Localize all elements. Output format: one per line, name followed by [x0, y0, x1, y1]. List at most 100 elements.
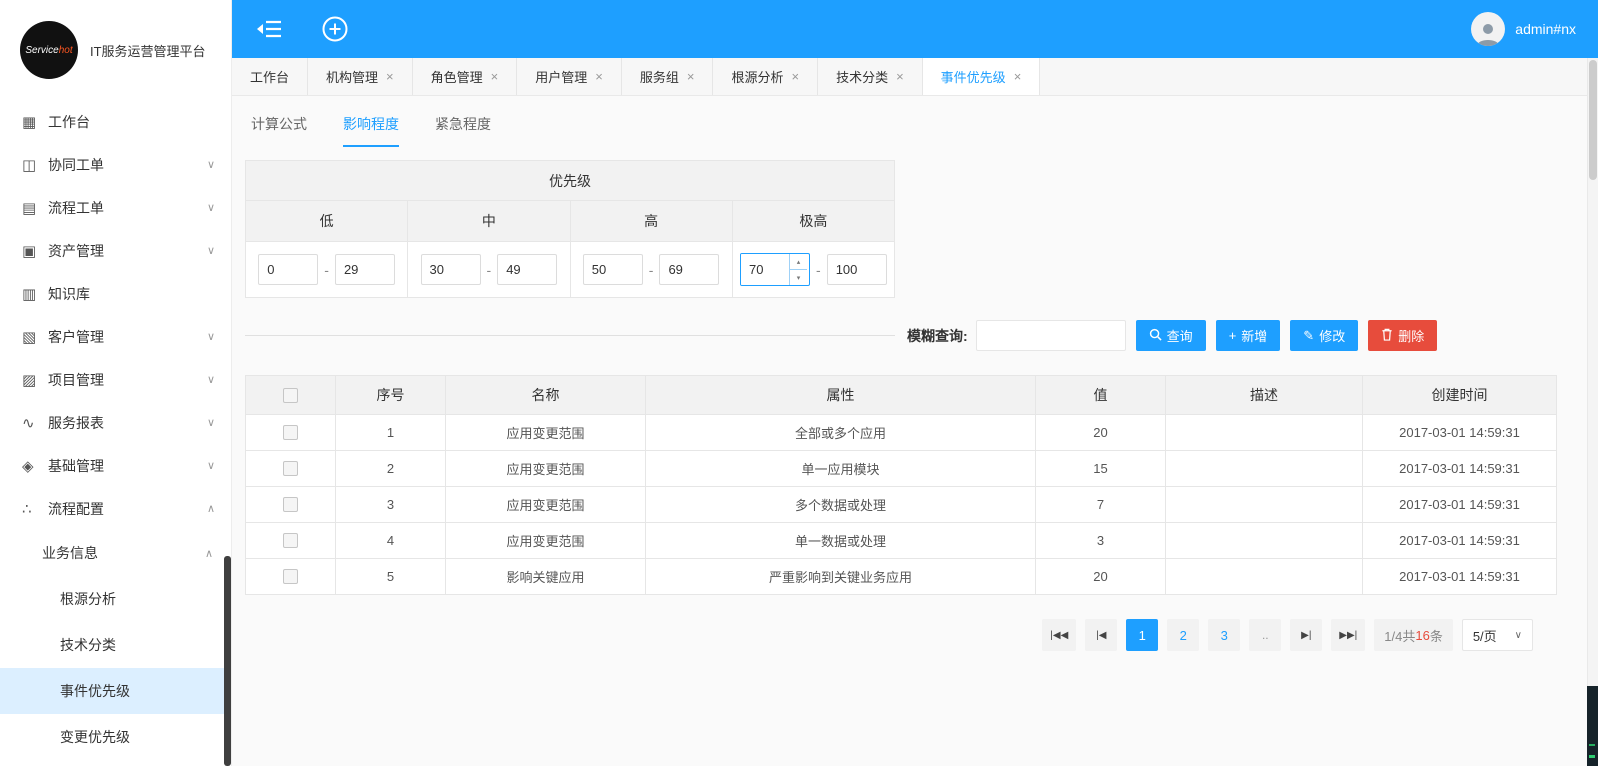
- tab-org-mgmt[interactable]: 机构管理 ×: [308, 58, 413, 95]
- window-scrollbar[interactable]: [1587, 58, 1598, 686]
- close-icon[interactable]: ×: [687, 69, 695, 84]
- cell-seq: 1: [336, 415, 446, 450]
- tab-service-group[interactable]: 服务组 ×: [622, 58, 714, 95]
- sidebar-item-projects[interactable]: ▨ 项目管理 ∨: [0, 358, 231, 401]
- close-icon[interactable]: ×: [386, 69, 394, 84]
- edit-button[interactable]: ✎ 修改: [1290, 320, 1358, 351]
- page-button-1[interactable]: 1: [1126, 619, 1158, 651]
- sidebar-item-workbench[interactable]: ▦ 工作台: [0, 100, 231, 143]
- table-header-row: 序号 名称 属性 值 描述 创建时间: [246, 376, 1556, 414]
- horizontal-divider: [245, 335, 895, 336]
- document-icon: ▤: [22, 199, 48, 217]
- row-checkbox[interactable]: [283, 569, 298, 584]
- sidebar-item-customers[interactable]: ▧ 客户管理 ∨: [0, 315, 231, 358]
- cell-value: 20: [1036, 559, 1166, 594]
- tab-root-cause[interactable]: 根源分析 ×: [713, 58, 818, 95]
- next-page-button[interactable]: ▶|: [1290, 619, 1322, 651]
- chevron-up-icon: ∧: [205, 547, 213, 560]
- high-min-input[interactable]: [583, 254, 643, 285]
- close-icon[interactable]: ×: [896, 69, 904, 84]
- page-button-3[interactable]: 3: [1208, 619, 1240, 651]
- delete-button[interactable]: 删除: [1368, 320, 1437, 351]
- sidebar-scrollbar[interactable]: [224, 556, 231, 766]
- cell-value: 7: [1036, 487, 1166, 522]
- tab-tech-category[interactable]: 技术分类 ×: [818, 58, 923, 95]
- low-min-input[interactable]: [258, 254, 318, 285]
- level-critical-header: 极高: [733, 201, 894, 241]
- sidebar-item-tech-category[interactable]: 技术分类: [0, 622, 231, 668]
- main-area: admin#nx 工作台 机构管理 × 角色管理 × 用户管理 × 服务组 ×: [232, 0, 1598, 766]
- row-checkbox[interactable]: [283, 461, 298, 476]
- low-max-input[interactable]: [335, 254, 395, 285]
- sidebar-item-basic-mgmt[interactable]: ◈ 基础管理 ∨: [0, 444, 231, 487]
- medium-max-input[interactable]: [497, 254, 557, 285]
- close-icon[interactable]: ×: [595, 69, 603, 84]
- tab-workbench[interactable]: 工作台: [232, 58, 308, 95]
- sidebar-item-process-orders[interactable]: ▤ 流程工单 ∨: [0, 186, 231, 229]
- collapse-menu-icon[interactable]: [254, 14, 284, 44]
- fuzzy-search-input[interactable]: [976, 320, 1126, 351]
- table-row[interactable]: 4 应用变更范围 单一数据或处理 3 2017-03-01 14:59:31: [246, 522, 1556, 558]
- spinner-up-icon[interactable]: ▴: [790, 254, 807, 270]
- sidebar-leaf-label: 变更优先级: [60, 727, 130, 747]
- sidebar-item-process-config[interactable]: ∴ 流程配置 ∧: [0, 487, 231, 530]
- table-row[interactable]: 2 应用变更范围 单一应用模块 15 2017-03-01 14:59:31: [246, 450, 1556, 486]
- tab-label: 用户管理: [535, 67, 587, 86]
- cell-attr: 全部或多个应用: [646, 415, 1036, 450]
- page-size-select[interactable]: 5/页 ∨: [1462, 619, 1533, 651]
- scrollbar-thumb[interactable]: [1589, 60, 1597, 180]
- table-row[interactable]: 5 影响关键应用 严重影响到关键业务应用 20 2017-03-01 14:59…: [246, 558, 1556, 594]
- topbar-user-area[interactable]: admin#nx: [1471, 12, 1576, 46]
- last-page-button[interactable]: ▶▶|: [1331, 619, 1365, 651]
- page-button-2[interactable]: 2: [1167, 619, 1199, 651]
- total-count: 16: [1415, 628, 1429, 643]
- first-page-button[interactable]: |◀◀: [1042, 619, 1076, 651]
- tab-role-mgmt[interactable]: 角色管理 ×: [413, 58, 518, 95]
- share-icon: ∴: [22, 500, 48, 518]
- sidebar-item-incident-priority[interactable]: 事件优先级: [0, 668, 231, 714]
- critical-min-input[interactable]: [741, 254, 789, 285]
- row-checkbox[interactable]: [283, 533, 298, 548]
- add-circle-icon[interactable]: [320, 14, 350, 44]
- page-count-suffix: 条: [1430, 626, 1443, 645]
- subtab-impact[interactable]: 影响程度: [343, 114, 399, 147]
- sidebar-item-knowledge-base[interactable]: ▥ 知识库: [0, 272, 231, 315]
- close-icon[interactable]: ×: [791, 69, 799, 84]
- high-max-input[interactable]: [659, 254, 719, 285]
- number-spinner[interactable]: ▴ ▾: [789, 254, 807, 285]
- subtab-urgency[interactable]: 紧急程度: [435, 114, 491, 147]
- book-icon: ▥: [22, 285, 48, 303]
- sidebar-item-label: 工作台: [48, 112, 215, 132]
- cell-created: 2017-03-01 14:59:31: [1363, 415, 1556, 450]
- select-all-checkbox[interactable]: [283, 388, 298, 403]
- query-button[interactable]: 查询: [1136, 320, 1206, 351]
- prev-page-button[interactable]: |◀: [1085, 619, 1117, 651]
- table-row[interactable]: 1 应用变更范围 全部或多个应用 20 2017-03-01 14:59:31: [246, 414, 1556, 450]
- sidebar-item-root-cause[interactable]: 根源分析: [0, 576, 231, 622]
- sidebar-item-collab-orders[interactable]: ◫ 协同工单 ∨: [0, 143, 231, 186]
- subtab-formula[interactable]: 计算公式: [251, 114, 307, 147]
- servicehot-logo: Servicehot: [20, 21, 78, 79]
- tab-user-mgmt[interactable]: 用户管理 ×: [517, 58, 622, 95]
- sidebar-item-business-info[interactable]: 业务信息 ∧: [0, 530, 231, 576]
- cell-seq: 2: [336, 451, 446, 486]
- tab-incident-priority[interactable]: 事件优先级 ×: [923, 58, 1041, 95]
- row-checkbox[interactable]: [283, 425, 298, 440]
- row-checkbox[interactable]: [283, 497, 298, 512]
- medium-min-input[interactable]: [421, 254, 481, 285]
- table-row[interactable]: 3 应用变更范围 多个数据或处理 7 2017-03-01 14:59:31: [246, 486, 1556, 522]
- close-icon[interactable]: ×: [491, 69, 499, 84]
- page-ellipsis: ..: [1249, 619, 1281, 651]
- avatar[interactable]: [1471, 12, 1505, 46]
- critical-max-input[interactable]: [827, 254, 887, 285]
- tabbar: 工作台 机构管理 × 角色管理 × 用户管理 × 服务组 × 根源分析 ×: [232, 58, 1598, 96]
- sidebar-item-change-priority[interactable]: 变更优先级: [0, 714, 231, 760]
- add-button[interactable]: + 新增: [1216, 320, 1281, 351]
- sidebar-item-reports[interactable]: ∿ 服务报表 ∨: [0, 401, 231, 444]
- sidebar-item-assets[interactable]: ▣ 资产管理 ∨: [0, 229, 231, 272]
- close-icon[interactable]: ×: [1014, 69, 1022, 84]
- spinner-down-icon[interactable]: ▾: [790, 270, 807, 285]
- page-size-value: 5/页: [1473, 626, 1497, 645]
- critical-min-number-input[interactable]: ▴ ▾: [740, 253, 810, 286]
- priority-level-headers: 低 中 高 极高: [246, 201, 894, 242]
